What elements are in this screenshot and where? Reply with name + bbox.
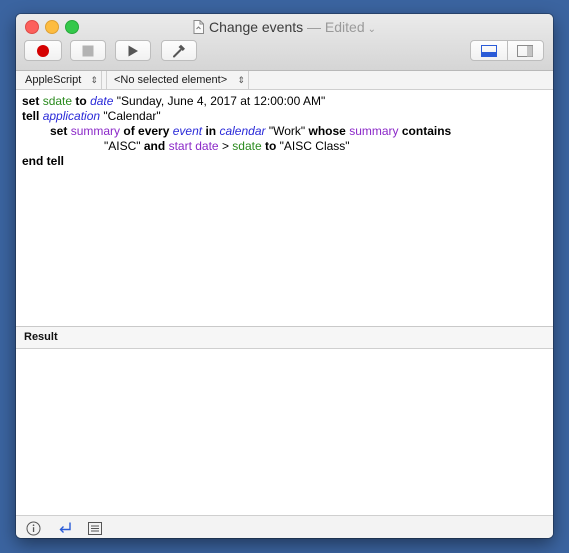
record-button[interactable] bbox=[24, 40, 62, 61]
hammer-icon bbox=[173, 44, 185, 57]
window-title-text: Change events bbox=[208, 19, 304, 35]
compile-button[interactable] bbox=[161, 40, 197, 61]
keyword-whose: whose bbox=[308, 124, 346, 138]
string-literal: "Sunday, June 4, 2017 at 12:00:00 AM" bbox=[116, 94, 326, 108]
updown-chevron-icon: ⇕ bbox=[90, 75, 98, 85]
navigation-bar: AppleScript ⇕ <No selected element> ⇕ bbox=[16, 71, 553, 90]
keyword-tell: tell bbox=[22, 109, 40, 123]
keyword-of-every: of every bbox=[123, 124, 170, 138]
property-summary: summary bbox=[70, 124, 121, 138]
class-event: event bbox=[172, 124, 203, 138]
script-document-icon bbox=[193, 20, 204, 34]
show-log-toggle[interactable] bbox=[471, 41, 508, 60]
show-library-toggle[interactable] bbox=[508, 41, 544, 60]
result-header: Result bbox=[16, 327, 553, 349]
reply-icon bbox=[59, 522, 71, 533]
operator-greater-than: > bbox=[221, 139, 229, 153]
view-toggle-group bbox=[470, 40, 544, 61]
play-icon bbox=[128, 45, 138, 56]
keyword-set: set bbox=[50, 124, 68, 138]
class-date: date bbox=[90, 94, 114, 108]
string-literal: "AISC" bbox=[104, 139, 141, 153]
record-icon bbox=[37, 44, 49, 57]
keyword-end-tell: end tell bbox=[22, 154, 65, 168]
class-calendar: calendar bbox=[219, 124, 266, 138]
result-title: Result bbox=[24, 331, 58, 343]
reply-button[interactable] bbox=[57, 520, 73, 536]
string-literal: "Work" bbox=[268, 124, 306, 138]
language-popup[interactable]: AppleScript ⇕ bbox=[16, 71, 102, 89]
element-label: <No selected element> bbox=[114, 74, 228, 86]
side-panel-icon bbox=[517, 44, 534, 57]
info-icon bbox=[26, 521, 40, 535]
variable-sdate: sdate bbox=[42, 94, 73, 108]
run-button[interactable] bbox=[115, 40, 151, 61]
property-summary: summary bbox=[349, 124, 399, 138]
keyword-and: and bbox=[143, 139, 166, 153]
result-pane[interactable] bbox=[16, 349, 553, 515]
code-line-3: set summary of every event in calendar "… bbox=[50, 124, 451, 139]
code-line-1: set sdate to date "Sunday, June 4, 2017 … bbox=[22, 94, 325, 109]
keyword-set: set bbox=[22, 94, 40, 108]
class-application: application bbox=[42, 109, 101, 123]
string-literal: "AISC Class" bbox=[279, 139, 350, 153]
title-bar: Change events — Edited ⌄ bbox=[16, 14, 553, 71]
code-line-4: "AISC" and start date > sdate to "AISC C… bbox=[104, 139, 350, 154]
string-literal: "Calendar" bbox=[103, 109, 161, 123]
window-title[interactable]: Change events — Edited ⌄ bbox=[16, 18, 553, 36]
keyword-to: to bbox=[75, 94, 87, 108]
keyword-contains: contains bbox=[401, 124, 452, 138]
keyword-in: in bbox=[205, 124, 217, 138]
chevron-down-icon[interactable]: ⌄ bbox=[368, 24, 376, 35]
element-popup[interactable]: <No selected element> ⇕ bbox=[106, 71, 249, 89]
code-line-2: tell application "Calendar" bbox=[22, 109, 161, 124]
property-start-date: start date bbox=[168, 139, 219, 153]
list-button[interactable] bbox=[87, 520, 103, 536]
edited-status: — Edited bbox=[307, 19, 365, 35]
variable-sdate: sdate bbox=[232, 139, 262, 153]
updown-chevron-icon: ⇕ bbox=[237, 75, 245, 85]
info-button[interactable] bbox=[25, 520, 41, 536]
list-icon bbox=[88, 521, 102, 535]
stop-button[interactable] bbox=[70, 40, 106, 61]
bottom-panel-icon bbox=[480, 44, 497, 57]
stop-icon bbox=[82, 45, 94, 56]
script-editor-window: Change events — Edited ⌄ AppleScript ⇕ <… bbox=[16, 14, 553, 538]
bottom-bar bbox=[16, 515, 553, 538]
language-label: AppleScript bbox=[25, 74, 82, 86]
script-editor[interactable]: set sdate to date "Sunday, June 4, 2017 … bbox=[16, 90, 553, 326]
code-line-5: end tell bbox=[22, 154, 64, 169]
keyword-to: to bbox=[265, 139, 277, 153]
